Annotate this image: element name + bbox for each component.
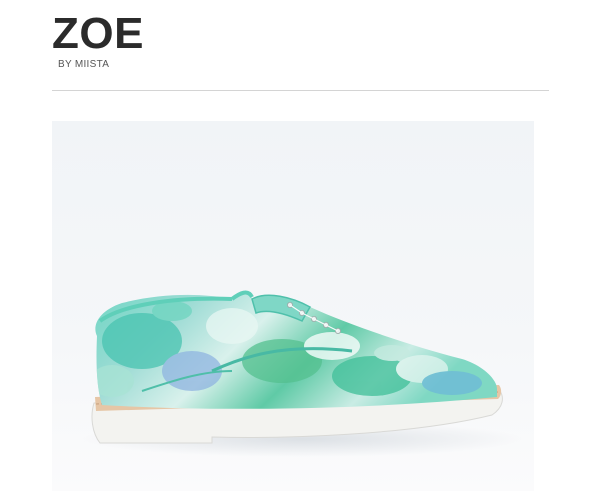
product-subtitle: BY MIISTA bbox=[58, 59, 110, 70]
header-divider bbox=[52, 90, 549, 91]
shoe-image bbox=[52, 121, 534, 491]
product-title: ZOE bbox=[52, 9, 144, 58]
product-photo[interactable] bbox=[52, 121, 534, 491]
product-header: ZOE BY MIISTA bbox=[52, 9, 144, 71]
